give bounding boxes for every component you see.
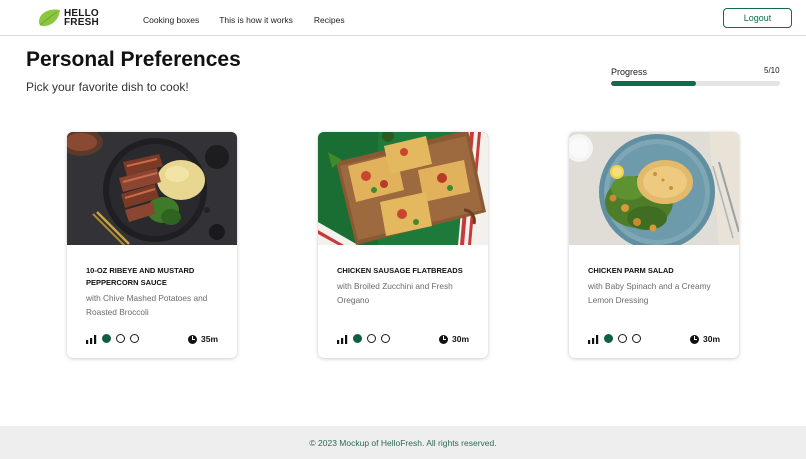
difficulty-dot-filled [102,334,111,343]
difficulty-dot-empty [116,334,125,343]
cook-time: 30m [438,334,469,344]
cook-time-value: 30m [451,334,469,344]
nav-how-it-works[interactable]: This is how it works [219,15,293,25]
top-navbar: HELLO FRESH Cooking boxes This is how it… [0,0,806,36]
nav-cooking-boxes[interactable]: Cooking boxes [143,15,199,25]
progress-count: 5/10 [764,66,780,75]
main-nav: Cooking boxes This is how it works Recip… [143,15,345,25]
recipe-card[interactable]: CHICKEN PARM SALAD with Baby Spinach and… [569,132,739,358]
difficulty-dot-filled [353,334,362,343]
hellofresh-logo[interactable]: HELLO FRESH [37,7,99,29]
difficulty-rating [353,334,390,343]
difficulty-dot-empty [130,334,139,343]
difficulty-rating [102,334,139,343]
logo-wordmark: HELLO FRESH [64,8,99,28]
recipe-description: with Broiled Zucchini and Fresh Oregano [337,281,453,305]
difficulty-bars-icon [337,335,348,344]
recipe-description: with Baby Spinach and a Creamy Lemon Dre… [588,281,711,305]
cook-time-value: 30m [702,334,720,344]
recipe-card[interactable]: CHICKEN SAUSAGE FLATBREADS with Broiled … [318,132,488,358]
lime-leaf-icon [39,9,60,27]
difficulty-dot-filled [604,334,613,343]
difficulty-dot-empty [367,334,376,343]
progress-bar-fill [611,81,696,86]
cook-time-value: 35m [200,334,218,344]
recipe-name: CHICKEN PARM SALAD [588,266,674,275]
difficulty-dot-empty [632,334,641,343]
salad-dish-photo [569,132,739,245]
recipe-meta: 35m [86,333,218,345]
cook-time: 35m [187,334,218,344]
difficulty-dot-empty [381,334,390,343]
page-subtitle: Pick your favorite dish to cook! [26,80,189,94]
page: HELLO FRESH Cooking boxes This is how it… [0,0,806,459]
recipe-card[interactable]: 10-OZ RIBEYE AND MUSTARD PEPPERCORN SAUC… [67,132,237,358]
page-title: Personal Preferences [26,48,241,71]
clock-icon [689,334,699,344]
nav-recipes[interactable]: Recipes [314,15,345,25]
flatbread-dish-photo [318,132,488,245]
difficulty-bars-icon [86,335,97,344]
difficulty-dot-empty [618,334,627,343]
recipe-name: CHICKEN SAUSAGE FLATBREADS [337,266,463,275]
clock-icon [438,334,448,344]
difficulty-rating [604,334,641,343]
steak-dish-photo [67,132,237,245]
cook-time: 30m [689,334,720,344]
logout-button[interactable]: Logout [723,8,792,28]
progress-label: Progress [611,67,648,77]
recipe-name: 10-OZ RIBEYE AND MUSTARD PEPPERCORN SAUC… [86,266,195,287]
copyright-text: © 2023 Mockup of HelloFresh. All rights … [309,437,497,448]
page-footer: © 2023 Mockup of HelloFresh. All rights … [0,426,806,459]
clock-icon [187,334,197,344]
recipe-description: with Chive Mashed Potatoes and Roasted B… [86,293,208,317]
difficulty-bars-icon [588,335,599,344]
recipe-meta: 30m [588,333,720,345]
progress-bar [611,81,780,86]
recipe-meta: 30m [337,333,469,345]
